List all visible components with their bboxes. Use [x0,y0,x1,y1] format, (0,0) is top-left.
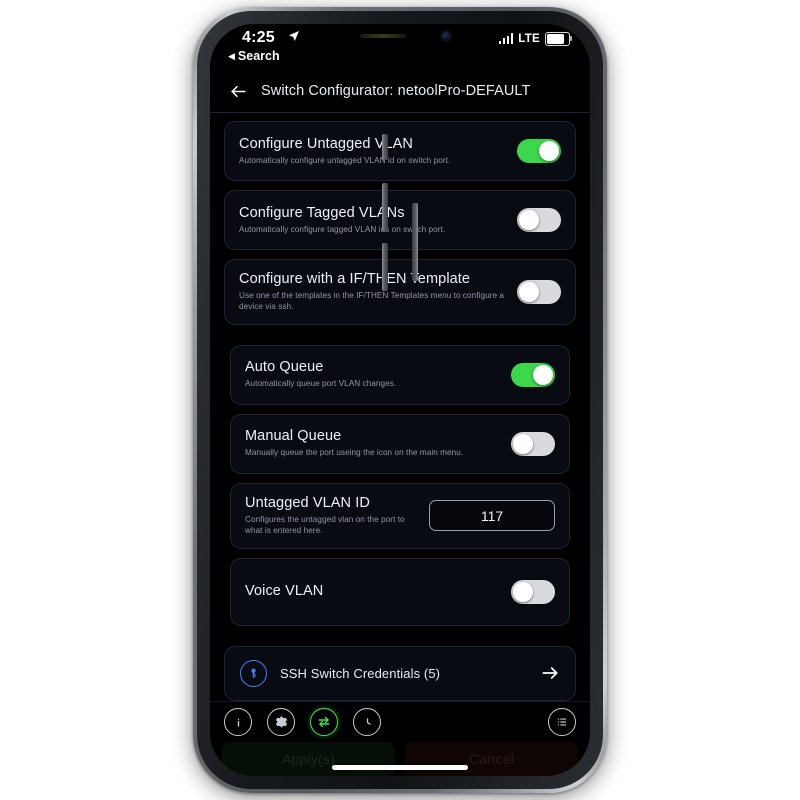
mute-switch-button[interactable] [382,134,388,160]
setting-title: Configure with a IF/THEN Template [239,271,471,287]
page-title: Switch Configurator: netoolPro-DEFAULT [261,83,531,99]
status-indicators: LTE [498,32,573,46]
signal-bars-icon [498,33,514,45]
setting-card-ifthen-template[interactable]: Configure with a IF/THEN Template Use on… [224,259,576,325]
status-bar: 4:25 ◀ Search LTE [210,24,590,70]
battery-full-icon [545,32,573,46]
phone-frame: 4:25 ◀ Search LTE Switch Configurator: n… [193,7,607,793]
toggle-configure-untagged-vlan[interactable] [517,139,561,163]
setting-card-auto-queue[interactable]: Auto Queue Automatically queue port VLAN… [230,344,570,405]
list-menu-icon[interactable] [548,708,576,736]
arrow-right-icon[interactable] [540,663,560,683]
setting-title: Configure Tagged VLANs [239,204,405,221]
triangle-left-icon: ◀ [228,50,235,61]
apply-button[interactable]: Apply(s) [222,742,395,776]
status-back-label: Search [237,49,280,63]
front-camera-icon [442,32,450,40]
home-indicator[interactable] [332,765,468,770]
power-button[interactable] [412,203,418,281]
clock-icon[interactable] [353,708,381,736]
toggle-configure-tagged-vlans[interactable] [517,208,561,232]
volume-down-button[interactable] [382,243,388,291]
setting-title: Configure Untagged VLAN [239,135,413,152]
bottom-toolbar [210,701,590,742]
toggle-auto-queue[interactable] [511,362,555,387]
status-time: 4:25 [242,29,275,46]
gear-icon[interactable] [267,708,295,736]
phone-screen: 4:25 ◀ Search LTE Switch Configurator: n… [210,24,590,776]
setting-card-manual-queue[interactable]: Manual Queue Manually queue the port use… [230,413,570,474]
list-item-ssh-credentials[interactable]: SSH Switch Credentials (5) [224,645,576,701]
setting-subtitle: Automatically queue port VLAN changes. [245,379,397,389]
swap-arrows-icon[interactable] [310,708,338,736]
notch [324,24,476,50]
toggle-configure-ifthen-template[interactable] [517,279,561,304]
toggle-voice-vlan[interactable] [511,579,555,604]
list-item-label: SSH Switch Credentials (5) [280,665,441,681]
settings-scroll-area[interactable]: Configure Untagged VLAN Automatically co… [210,113,590,701]
arrow-left-icon[interactable] [228,81,248,101]
setting-title: Untagged VLAN ID [245,494,370,511]
location-arrow-icon [288,30,300,45]
setting-subtitle: Configures the untagged vlan on the port… [245,514,405,535]
action-bar: Apply(s) Cancel [210,742,590,776]
volume-up-button[interactable] [382,183,388,231]
setting-subtitle: Manually queue the port useing the icon … [245,448,464,458]
setting-card-tagged-vlans[interactable]: Configure Tagged VLANs Automatically con… [224,190,576,250]
setting-card-untagged-vlan-id[interactable]: Untagged VLAN ID Configures the untagged… [230,482,570,549]
screenshot-canvas: 4:25 ◀ Search LTE Switch Configurator: n… [0,0,800,800]
status-back-to-search[interactable]: ◀ Search [228,49,280,63]
nav-bar: Switch Configurator: netoolPro-DEFAULT [210,70,590,113]
untagged-vlan-id-input[interactable]: 117 [429,500,555,532]
setting-card-voice-vlan[interactable]: Voice VLAN [230,557,570,626]
earpiece-speaker-icon [360,34,406,38]
setting-subtitle: Automatically configure tagged VLAN ids … [239,224,446,234]
setting-card-untagged-vlan[interactable]: Configure Untagged VLAN Automatically co… [224,121,576,181]
setting-title: Auto Queue [245,359,324,376]
setting-title: Voice VLAN [245,582,324,599]
carrier-label: LTE [518,32,540,45]
info-icon[interactable] [224,708,252,736]
setting-title: Manual Queue [245,428,342,445]
phone-bezel: 4:25 ◀ Search LTE Switch Configurator: n… [197,11,603,789]
toggle-manual-queue[interactable] [511,431,555,456]
setting-subtitle: Automatically configure untagged VLAN id… [239,155,451,165]
cancel-button[interactable]: Cancel [405,742,578,776]
setting-subtitle: Use one of the templates in the IF/THEN … [239,291,504,311]
key-icon [240,659,267,687]
